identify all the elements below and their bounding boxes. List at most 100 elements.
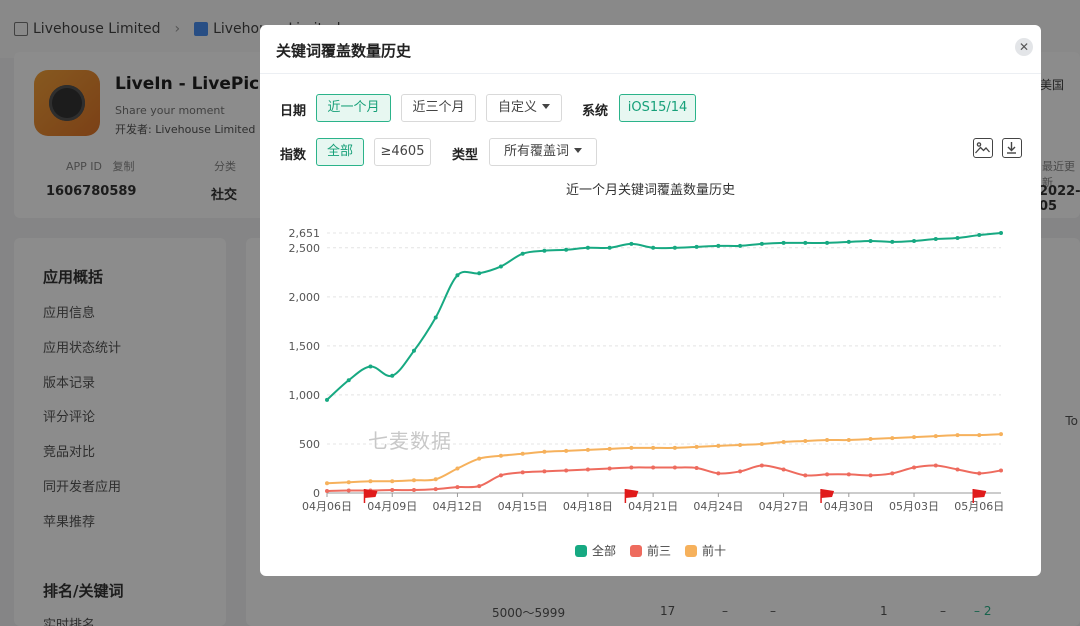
x-tick-label: 04月15日 xyxy=(498,500,548,513)
date-option-1-month[interactable]: 近一个月 xyxy=(316,94,391,122)
data-point xyxy=(890,436,895,441)
y-tick-label: 2,500 xyxy=(289,242,321,255)
data-point xyxy=(825,438,830,443)
date-option-3-months[interactable]: 近三个月 xyxy=(401,94,476,122)
data-point xyxy=(999,468,1003,473)
data-point xyxy=(390,488,395,493)
chart-legend: 全部 前三 前十 xyxy=(260,542,1041,559)
index-option-all[interactable]: 全部 xyxy=(316,138,364,166)
data-point xyxy=(672,465,677,470)
legend-label: 前三 xyxy=(646,544,671,558)
data-point xyxy=(564,247,569,252)
modal-title: 关键词覆盖数量历史 xyxy=(276,42,412,60)
data-point xyxy=(999,432,1003,437)
data-point xyxy=(564,468,569,473)
data-point xyxy=(759,241,764,246)
caret-down-icon xyxy=(574,148,582,153)
data-point xyxy=(977,433,982,438)
image-icon[interactable] xyxy=(973,138,993,158)
data-point xyxy=(325,489,329,494)
data-point xyxy=(455,466,460,471)
data-point xyxy=(716,443,721,448)
legend-item-top10[interactable]: 前十 xyxy=(685,542,726,559)
date-option-custom-label: 自定义 xyxy=(497,100,537,115)
data-point xyxy=(912,435,917,440)
data-point xyxy=(781,240,786,245)
data-point xyxy=(955,236,960,241)
data-point xyxy=(912,465,917,470)
data-point xyxy=(629,241,634,246)
data-point xyxy=(390,479,395,484)
legend-item-all[interactable]: 全部 xyxy=(574,542,616,559)
data-point xyxy=(716,243,721,248)
y-tick-label: 500 xyxy=(299,438,320,451)
y-tick-label: 1,500 xyxy=(289,340,321,353)
data-point xyxy=(542,248,547,253)
data-point xyxy=(868,238,873,243)
data-point xyxy=(368,364,373,369)
data-point xyxy=(803,240,808,245)
x-tick-label: 04月30日 xyxy=(824,500,874,513)
data-point xyxy=(411,478,416,483)
data-point xyxy=(455,273,460,278)
data-point xyxy=(803,473,808,478)
data-point xyxy=(433,315,438,320)
x-tick-label: 05月06日 xyxy=(954,500,1004,513)
data-point xyxy=(759,463,764,468)
system-option-ios[interactable]: iOS15/14 xyxy=(619,94,696,122)
data-point xyxy=(933,434,938,439)
data-point xyxy=(803,439,808,444)
legend-item-top3[interactable]: 前三 xyxy=(629,542,671,559)
close-icon[interactable]: ✕ xyxy=(1015,38,1033,56)
data-point xyxy=(585,245,590,250)
type-select[interactable]: 所有覆盖词 xyxy=(489,138,597,166)
data-point xyxy=(542,469,547,474)
data-point xyxy=(694,444,699,449)
data-point xyxy=(694,244,699,249)
x-tick-label: 04月24日 xyxy=(693,500,743,513)
data-point xyxy=(651,445,656,450)
data-point xyxy=(738,243,743,248)
data-point xyxy=(585,447,590,452)
data-point xyxy=(672,245,677,250)
data-point xyxy=(694,465,699,470)
legend-swatch xyxy=(629,544,642,557)
data-point xyxy=(477,456,482,461)
data-point xyxy=(346,378,351,383)
data-point xyxy=(390,373,395,378)
y-tick-label: 2,651 xyxy=(289,227,321,240)
x-tick-label: 04月18日 xyxy=(563,500,613,513)
index-label: 指数 xyxy=(280,148,307,163)
data-point xyxy=(846,239,851,244)
data-point xyxy=(933,463,938,468)
data-point xyxy=(325,481,329,486)
data-point xyxy=(411,348,416,353)
data-point xyxy=(738,442,743,447)
data-point xyxy=(498,264,503,269)
legend-swatch xyxy=(574,544,587,557)
data-point xyxy=(607,466,612,471)
index-option-4605[interactable]: ≥4605 xyxy=(374,138,431,166)
data-point xyxy=(368,479,373,484)
data-point xyxy=(325,397,329,402)
data-point xyxy=(738,469,743,474)
data-point xyxy=(759,441,764,446)
legend-label: 前十 xyxy=(702,544,727,558)
flag-marker-icon xyxy=(973,489,987,498)
data-point xyxy=(477,484,482,489)
type-label: 类型 xyxy=(452,148,479,163)
data-point xyxy=(346,480,351,485)
watermark: 七麦数据 xyxy=(368,429,452,453)
series-line-0 xyxy=(326,232,1002,401)
data-point xyxy=(672,445,677,450)
type-select-value: 所有覆盖词 xyxy=(503,144,569,159)
download-icon[interactable] xyxy=(1002,138,1022,158)
x-tick-label: 04月09日 xyxy=(367,500,417,513)
data-point xyxy=(520,251,525,256)
data-point xyxy=(433,477,438,482)
legend-label: 全部 xyxy=(591,544,616,558)
data-point xyxy=(564,448,569,453)
data-point xyxy=(977,233,982,238)
date-option-custom[interactable]: 自定义 xyxy=(486,94,562,122)
x-tick-label: 05月03日 xyxy=(889,500,939,513)
